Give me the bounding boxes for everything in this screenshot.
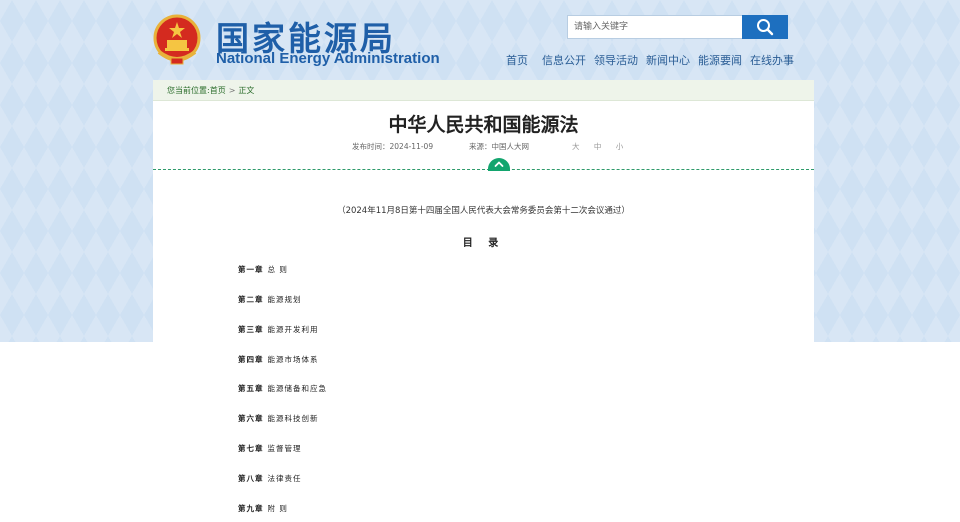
main-nav: 首页 信息公开 领导活动 新闻中心 能源要闻 在线办事 (500, 52, 802, 67)
toc-item: 第九章附 则 (238, 504, 288, 513)
nav-item-online-services[interactable]: 在线办事 (750, 52, 794, 67)
toc-item: 第六章 能源科技创新 (238, 414, 319, 423)
search-input[interactable]: 请输入关键字 (567, 15, 743, 39)
toc-item: 第八章 法律责任 (238, 474, 302, 483)
chevron-up-icon (494, 161, 504, 167)
toc-heading: 目 录 (462, 238, 505, 249)
national-emblem-icon (153, 14, 201, 65)
publish-date: 发布时间：2024-11-09 (352, 142, 434, 151)
article-meta: 发布时间：2024-11-09 来源：中国人大网 大 中 小 (153, 141, 814, 153)
nav-item-info-disclosure[interactable]: 信息公开 (542, 52, 586, 67)
breadcrumb-current[interactable]: 正文 (238, 86, 254, 95)
toc-item: 第二章 能源规划 (238, 295, 302, 304)
search-icon (757, 19, 774, 36)
site-title-en[interactable]: National Energy Administration (216, 50, 440, 67)
nav-item-leadership[interactable]: 领导活动 (594, 52, 638, 67)
toc-item: 第七章 监督管理 (238, 444, 302, 453)
toc-item: 第四章 能源市场体系 (238, 355, 319, 364)
article-source: 来源：中国人大网 (469, 142, 529, 151)
search-button[interactable] (742, 15, 788, 39)
breadcrumb-prefix: 您当前位置: (167, 86, 210, 95)
breadcrumb-separator: > (228, 86, 236, 95)
nav-item-energy-news[interactable]: 能源要闻 (698, 52, 742, 67)
adoption-note: （2024年11月8日第十四届全国人民代表大会常务委员会第十二次会议通过） (337, 206, 630, 216)
article-title: 中华人民共和国能源法 (388, 114, 579, 136)
breadcrumb: 您当前位置:首页 > 正文 (153, 80, 814, 101)
toc-item: 第五章 能源储备和应急 (238, 384, 327, 393)
article-panel: 您当前位置:首页 > 正文 中华人民共和国能源法 发布时间：2024-11-09 来… (153, 80, 814, 522)
nav-item-home[interactable]: 首页 (506, 52, 528, 67)
toc-item: 第三章 能源开发利用 (238, 325, 319, 334)
font-size-switcher[interactable]: 大 中 小 (572, 141, 629, 152)
breadcrumb-home[interactable]: 首页 (210, 86, 226, 95)
nav-item-news[interactable]: 新闻中心 (646, 52, 690, 67)
header-divider (153, 169, 814, 170)
toc-item: 第一章总 则 (238, 265, 288, 274)
collapse-toggle-button[interactable] (488, 158, 510, 171)
site-header: 国家能源局 National Energy Administration 请输入… (0, 0, 960, 80)
